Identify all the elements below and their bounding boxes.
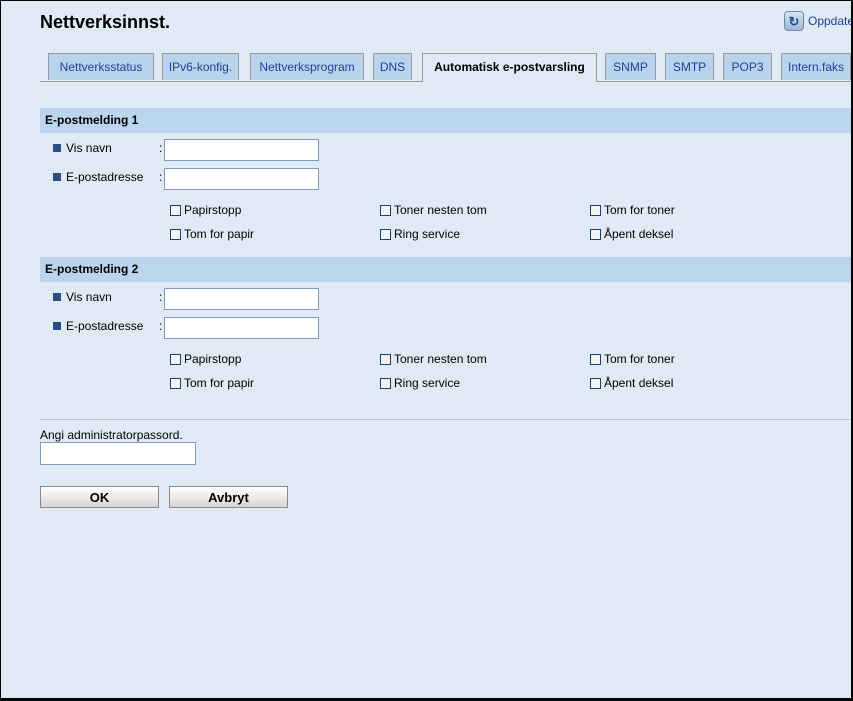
section-header-email-2: E-postmelding 2 — [40, 257, 851, 282]
tab-dns[interactable]: DNS — [373, 53, 412, 80]
checkbox-out-of-toner-2[interactable]: Tom for toner — [590, 352, 675, 366]
checkbox-toner-almost-empty-1[interactable]: Toner nesten tom — [380, 203, 487, 217]
colon: : — [159, 141, 163, 155]
display-name-input-1[interactable] — [164, 139, 319, 161]
checkbox-call-service-1[interactable]: Ring service — [380, 227, 460, 241]
refresh-label: Oppdater — [808, 14, 851, 28]
checkbox-icon[interactable] — [380, 204, 391, 216]
checkbox-out-of-paper-1[interactable]: Tom for papir — [170, 227, 254, 241]
refresh-icon: ↻ — [784, 11, 804, 31]
checkbox-call-service-2[interactable]: Ring service — [380, 376, 460, 390]
checkbox-out-of-toner-1[interactable]: Tom for toner — [590, 203, 675, 217]
display-name-label-1: Vis navn — [53, 141, 112, 155]
checkbox-icon[interactable] — [170, 204, 181, 216]
checkbox-icon[interactable] — [590, 204, 601, 216]
email-address-input-1[interactable] — [164, 168, 319, 190]
checkbox-out-of-paper-2[interactable]: Tom for papir — [170, 376, 254, 390]
page-title: Nettverksinnst. — [40, 12, 171, 32]
checkbox-icon[interactable] — [590, 228, 601, 240]
colon: : — [159, 170, 163, 184]
checkbox-cover-open-2[interactable]: Åpent deksel — [590, 376, 673, 390]
bullet-icon — [53, 173, 61, 181]
checkbox-icon[interactable] — [380, 228, 391, 240]
email-address-input-2[interactable] — [164, 317, 319, 339]
admin-password-label: Angi administratorpassord. — [40, 428, 183, 442]
tab-ipv6-config[interactable]: IPv6-konfig. — [162, 53, 239, 80]
display-name-input-2[interactable] — [164, 288, 319, 310]
checkbox-toner-almost-empty-2[interactable]: Toner nesten tom — [380, 352, 487, 366]
checkbox-icon[interactable] — [170, 377, 181, 389]
checkbox-icon[interactable] — [380, 377, 391, 389]
divider — [40, 419, 851, 420]
tab-pop3[interactable]: POP3 — [723, 53, 772, 80]
tab-smtp[interactable]: SMTP — [665, 53, 714, 80]
bullet-icon — [53, 293, 61, 301]
cancel-button[interactable]: Avbryt — [169, 486, 288, 508]
colon: : — [159, 290, 163, 304]
bullet-icon — [53, 322, 61, 330]
tab-network-application[interactable]: Nettverksprogram — [250, 53, 364, 80]
tab-internet-fax[interactable]: Intern.faks — [781, 53, 851, 80]
email-address-label-2: E-postadresse — [53, 319, 143, 333]
checkbox-paper-jam-1[interactable]: Papirstopp — [170, 203, 241, 217]
ok-button[interactable]: OK — [40, 486, 159, 508]
tab-bar: Nettverksstatus IPv6-konfig. Nettverkspr… — [40, 53, 851, 82]
section-header-email-1: E-postmelding 1 — [40, 108, 851, 133]
checkbox-icon[interactable] — [590, 353, 601, 365]
checkbox-paper-jam-2[interactable]: Papirstopp — [170, 352, 241, 366]
bullet-icon — [53, 144, 61, 152]
colon: : — [159, 319, 163, 333]
checkbox-cover-open-1[interactable]: Åpent deksel — [590, 227, 673, 241]
display-name-label-2: Vis navn — [53, 290, 112, 304]
checkbox-icon[interactable] — [170, 353, 181, 365]
settings-page: Nettverksinnst. ↻ Oppdater Nettverksstat… — [1, 1, 851, 698]
refresh-button[interactable]: ↻ Oppdater — [784, 11, 851, 31]
email-address-label-1: E-postadresse — [53, 170, 143, 184]
tab-snmp[interactable]: SNMP — [605, 53, 656, 80]
tab-network-status[interactable]: Nettverksstatus — [48, 53, 154, 80]
checkbox-icon[interactable] — [170, 228, 181, 240]
admin-password-input[interactable] — [40, 442, 196, 465]
checkbox-icon[interactable] — [380, 353, 391, 365]
tab-auto-email-notification[interactable]: Automatisk e-postvarsling — [422, 53, 597, 82]
checkbox-icon[interactable] — [590, 377, 601, 389]
